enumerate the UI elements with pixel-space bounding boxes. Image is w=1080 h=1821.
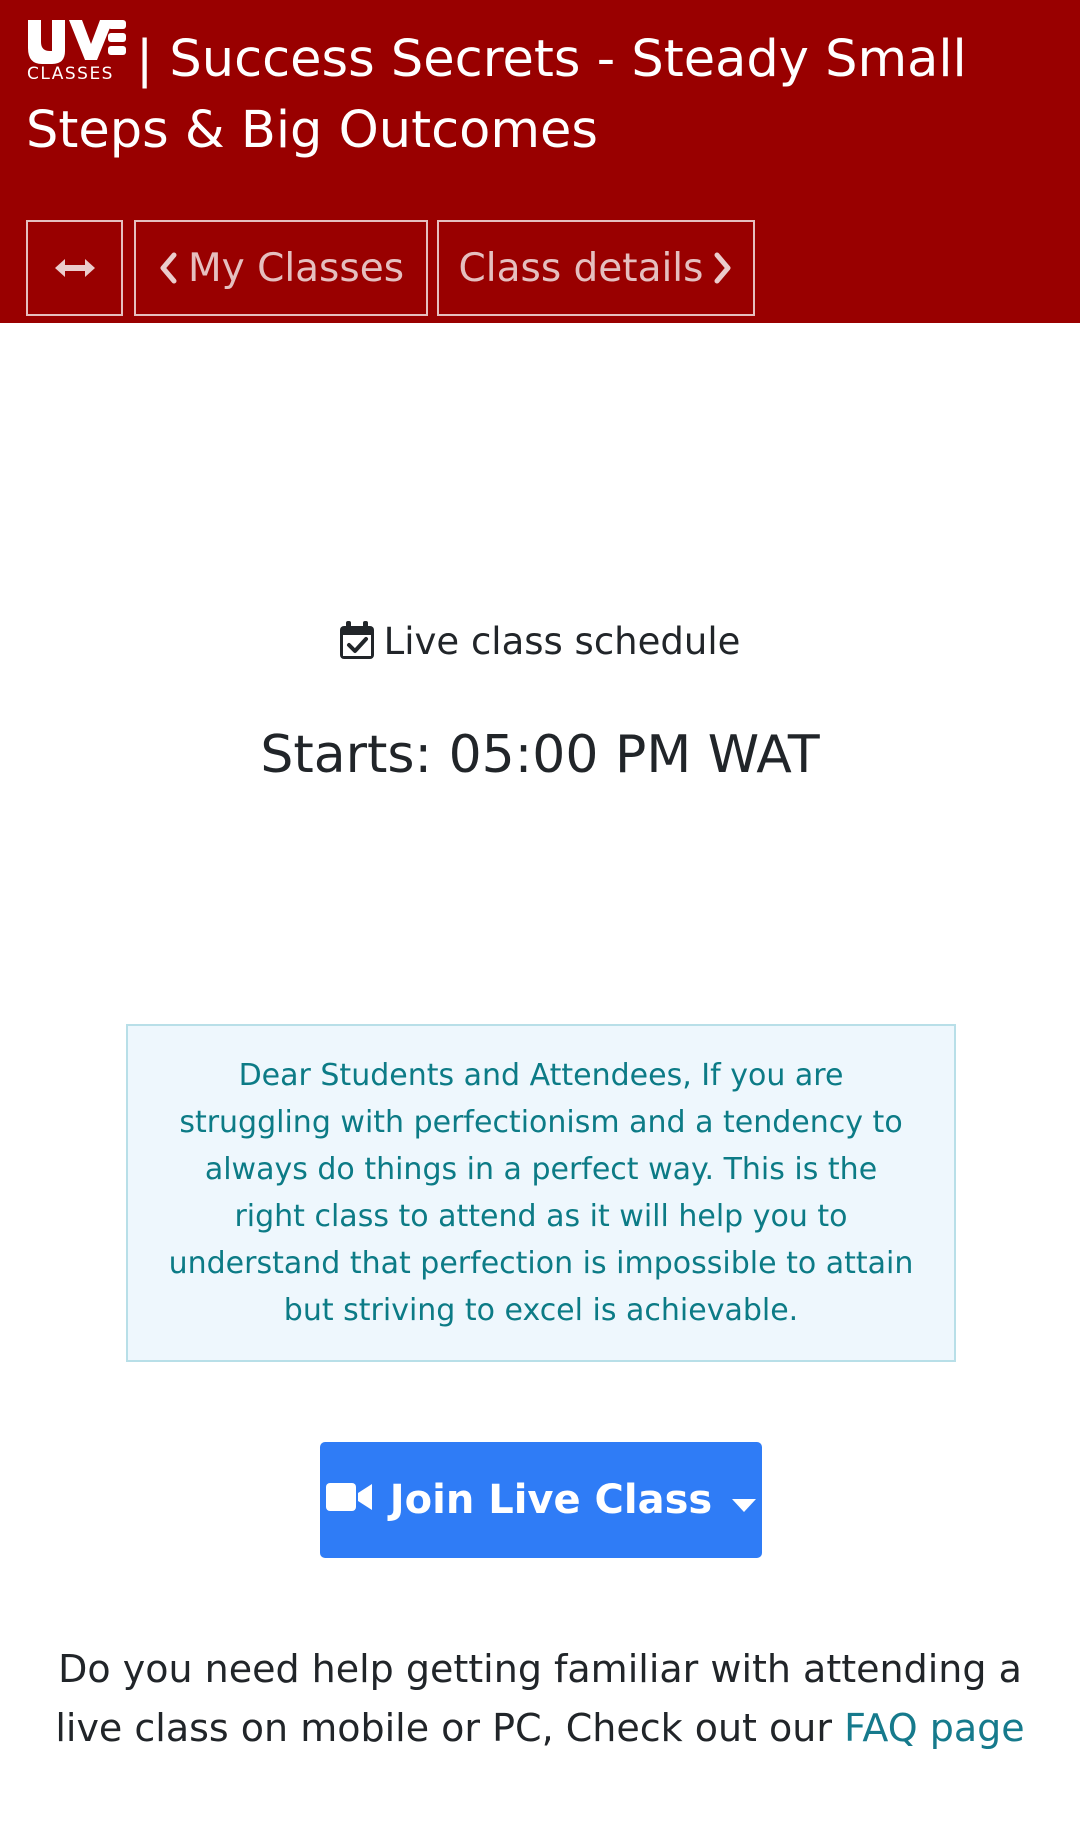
my-classes-label: My Classes — [187, 245, 405, 291]
my-classes-button[interactable]: My Classes — [134, 220, 428, 316]
title-separator: | — [136, 30, 154, 89]
class-details-button[interactable]: Class details — [437, 220, 755, 316]
faq-link[interactable]: FAQ page — [844, 1706, 1025, 1750]
sidebar-toggle-button[interactable] — [26, 220, 123, 316]
join-live-class-button[interactable]: Join Live Class — [320, 1442, 762, 1558]
schedule-label: Live class schedule — [383, 620, 741, 663]
page-title: Success Secrets - Steady Small Steps & B… — [26, 30, 967, 160]
page-title-row: CLASSES | Success Secrets - Steady Small… — [26, 16, 1056, 166]
live-classes-logo: CLASSES — [26, 16, 128, 84]
join-button-label: Join Live Class — [389, 1477, 713, 1523]
class-details-label: Class details — [458, 245, 704, 291]
logo-text: CLASSES — [27, 64, 114, 82]
notice-text: Dear Students and Attendees, If you are … — [168, 1058, 914, 1328]
arrows-horizontal-icon — [54, 257, 95, 279]
app-header: CLASSES | Success Secrets - Steady Small… — [0, 0, 1080, 323]
chevron-left-icon — [158, 252, 178, 284]
schedule-heading: Live class schedule — [0, 616, 1080, 668]
chevron-down-icon — [712, 1477, 757, 1523]
class-description-notice: Dear Students and Attendees, If you are … — [126, 1024, 956, 1362]
chevron-right-icon — [713, 252, 733, 284]
class-start-time: Starts: 05:00 PM WAT — [260, 725, 820, 785]
calendar-check-icon — [339, 621, 374, 659]
help-text: Do you need help getting familiar with a… — [30, 1640, 1050, 1758]
video-camera-icon — [325, 1477, 390, 1523]
